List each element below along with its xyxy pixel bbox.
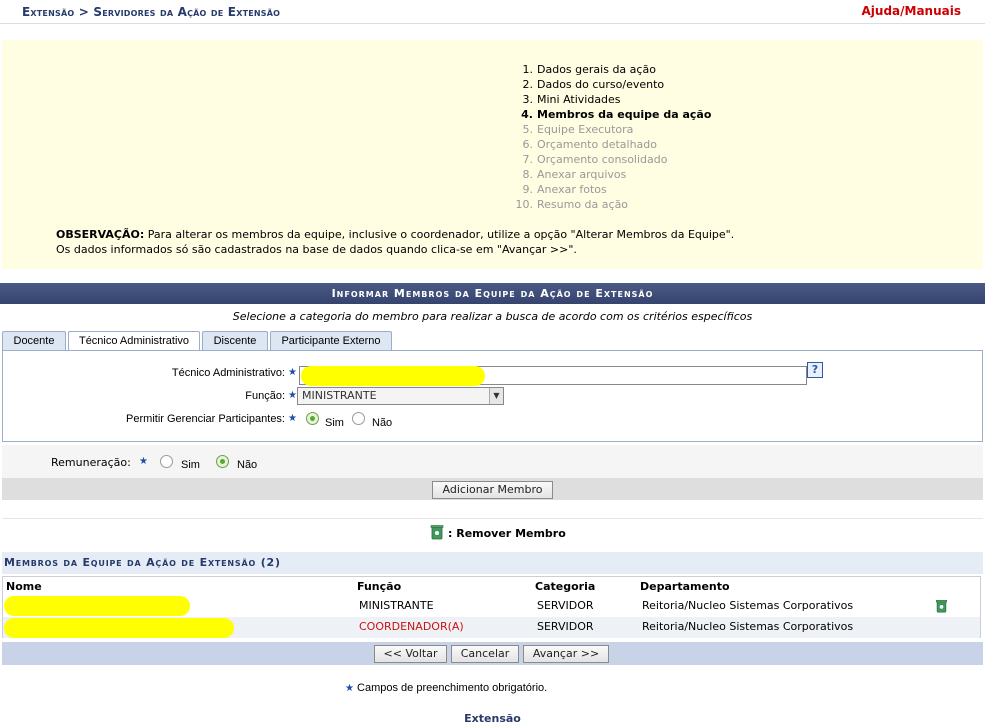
member-departamento: Reitoria/Nucleo Sistemas Corporativos <box>642 599 854 612</box>
step-item: 10. Resumo da ação <box>515 198 629 211</box>
step-item[interactable]: 1. Dados gerais da ação <box>507 62 711 77</box>
member-categoria: SERVIDOR <box>537 620 594 633</box>
step-item: 5. Equipe Executora <box>522 123 634 136</box>
gerenciar-nao-radio[interactable] <box>352 412 365 425</box>
footer-link[interactable]: Extensão <box>0 712 985 725</box>
required-star-icon: ★ <box>288 413 297 424</box>
cancel-button[interactable]: Cancelar <box>451 645 519 663</box>
redacted-highlight <box>301 366 485 386</box>
members-section-header: Membros da Equipe da Ação de Extensão (2… <box>2 552 983 574</box>
step-item: 9. Anexar fotos <box>522 183 607 196</box>
required-star-icon: ★ <box>139 456 148 467</box>
gerenciar-sim-label: Sim <box>325 417 344 429</box>
step-item: 8. Anexar arquivos <box>522 168 627 181</box>
remuneracao-sim-label: Sim <box>181 459 200 471</box>
column-header-nome: Nome <box>6 580 42 593</box>
info-box: 1. Dados gerais da ação 2. Dados do curso/… <box>2 40 983 269</box>
tab-tecnico-administrativo[interactable]: Técnico Administrativo <box>68 331 200 352</box>
funcao-label: Função: <box>245 390 285 402</box>
next-button[interactable]: Avançar >> <box>523 645 609 663</box>
section-title: Informar Membros da Equipe da Ação de Ex… <box>0 283 985 304</box>
column-header-categoria: Categoria <box>535 580 596 593</box>
column-header-funcao: Função <box>357 580 402 593</box>
remove-member-legend: : Remover Membro <box>448 527 566 540</box>
table-row: MINISTRANTE SERVIDOR Reitoria/Nucleo Sis… <box>3 596 980 617</box>
tab-participante-externo[interactable]: Participante Externo <box>270 331 392 351</box>
help-question-button[interactable]: ? <box>807 362 823 378</box>
step-item: 6. Orçamento detalhado <box>522 138 658 151</box>
add-member-button[interactable]: Adicionar Membro <box>432 481 553 499</box>
table-row: COORDENADOR(A) SERVIDOR Reitoria/Nucleo … <box>3 617 980 638</box>
required-star-icon: ★ <box>345 683 354 694</box>
member-departamento: Reitoria/Nucleo Sistemas Corporativos <box>642 620 854 633</box>
top-bar: Extensão > Servidores da Ação de Extensã… <box>0 0 985 24</box>
tecnico-label: Técnico Administrativo: <box>171 367 285 379</box>
members-title: Membros da Equipe da Ação de Extensão (2… <box>4 556 281 569</box>
remuneracao-sim-radio[interactable] <box>160 455 173 468</box>
remuneracao-nao-radio[interactable] <box>216 455 229 468</box>
funcao-select[interactable]: MINISTRANTE ▼ <box>297 387 504 405</box>
help-manuals-link[interactable]: Ajuda/Manuais <box>862 4 962 18</box>
tab-docente[interactable]: Docente <box>2 331 66 351</box>
trash-icon[interactable] <box>935 599 948 613</box>
tab-discente[interactable]: Discente <box>202 331 268 351</box>
step-item[interactable]: 2. Dados do curso/evento <box>507 77 711 92</box>
remuneracao-nao-label: Não <box>237 459 258 471</box>
required-fields-note: ★ Campos de preenchimento obrigatório. <box>345 682 548 694</box>
observation-text: OBSERVAÇÃO: Para alterar os membros da e… <box>56 228 735 256</box>
required-star-icon: ★ <box>288 367 297 378</box>
steps-list: 1. Dados gerais da ação 2. Dados do curso/… <box>507 62 712 212</box>
member-funcao: MINISTRANTE <box>359 599 434 612</box>
column-header-departamento: Departamento <box>640 580 730 593</box>
step-item[interactable]: 3. Mini Atividades <box>507 92 711 107</box>
gerenciar-label: Permitir Gerenciar Participantes: <box>126 413 285 425</box>
trash-icon <box>430 525 444 540</box>
remuneracao-label: Remuneração: <box>51 456 131 469</box>
section-hint: Selecione a categoria do membro para rea… <box>232 310 753 323</box>
member-funcao: COORDENADOR(A) <box>359 620 464 633</box>
funcao-select-value: MINISTRANTE <box>302 389 377 402</box>
step-item-current: 4. Membros da equipe da ação <box>521 108 712 121</box>
breadcrumb: Extensão > Servidores da Ação de Extensã… <box>22 5 281 19</box>
remuneracao-row: Remuneração: ★ Sim Não <box>2 445 983 478</box>
member-categoria: SERVIDOR <box>537 599 594 612</box>
gerenciar-sim-radio[interactable] <box>306 412 319 425</box>
gerenciar-nao-label: Não <box>372 417 393 429</box>
redacted-highlight <box>4 596 190 616</box>
step-item: 7. Orçamento consolidado <box>522 153 668 166</box>
required-star-icon: ★ <box>288 390 297 401</box>
chevron-down-icon: ▼ <box>489 388 503 404</box>
back-button[interactable]: << Voltar <box>374 645 447 663</box>
redacted-highlight <box>4 618 234 638</box>
